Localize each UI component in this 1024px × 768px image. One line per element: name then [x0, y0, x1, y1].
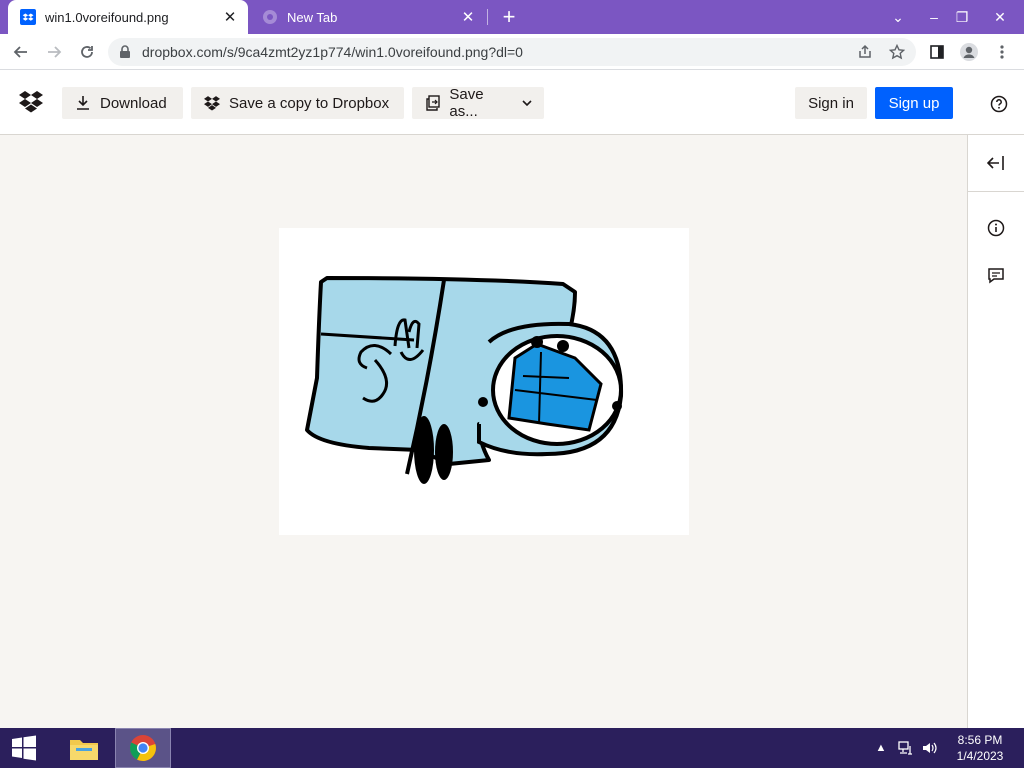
tab-title: New Tab: [287, 9, 338, 25]
tab-separator: [487, 9, 488, 25]
profile-avatar-icon[interactable]: [956, 39, 982, 65]
new-tab-plus-icon[interactable]: +: [497, 5, 521, 29]
info-icon[interactable]: [985, 217, 1007, 239]
download-button[interactable]: Download: [62, 87, 183, 119]
image-preview[interactable]: [279, 228, 689, 535]
reload-icon[interactable]: [74, 39, 100, 65]
clock-date: 1/4/2023: [956, 749, 1004, 763]
forward-arrow-icon[interactable]: [41, 39, 67, 65]
help-icon[interactable]: [988, 93, 1010, 115]
save-as-label: Save as...: [449, 86, 484, 120]
save-copy-label: Save a copy to Dropbox: [229, 94, 390, 112]
windows-start-icon[interactable]: [0, 728, 48, 768]
system-clock[interactable]: 8:56 PM 1/4/2023: [944, 732, 1016, 764]
volume-icon[interactable]: [920, 728, 940, 768]
windows-taskbar: ▲ 8:56 PM 1/4/2023: [0, 728, 1024, 768]
file-explorer-icon[interactable]: [56, 728, 112, 768]
address-bar[interactable]: dropbox.com/s/9ca4zmt2yz1p774/win1.0vore…: [108, 38, 916, 66]
side-panel: [967, 135, 1024, 728]
chevron-down-icon: [522, 100, 532, 106]
url-text[interactable]: dropbox.com/s/9ca4zmt2yz1p774/win1.0vore…: [142, 44, 852, 60]
tab-search-chevron-icon[interactable]: ⌄: [882, 0, 914, 34]
file-preview-area: [0, 135, 967, 728]
dropbox-favicon-icon: [20, 9, 36, 25]
preview-drawing: [305, 276, 624, 484]
kebab-menu-icon[interactable]: [989, 39, 1015, 65]
browser-tab-strip: win1.0voreifound.png ✕ New Tab ✕ + ⌄ – ❐…: [0, 0, 1024, 34]
close-tab-icon[interactable]: ✕: [220, 7, 240, 27]
close-tab-icon[interactable]: ✕: [458, 7, 478, 27]
tab-active[interactable]: win1.0voreifound.png ✕: [8, 0, 248, 34]
save-copy-to-dropbox-button[interactable]: Save a copy to Dropbox: [191, 87, 404, 119]
window-close-icon[interactable]: ✕: [984, 0, 1016, 34]
back-arrow-icon[interactable]: [8, 39, 34, 65]
lock-icon[interactable]: [118, 45, 132, 59]
copy-file-icon: [424, 94, 441, 112]
tab-new-tab[interactable]: New Tab ✕: [250, 0, 486, 34]
network-icon[interactable]: [896, 728, 916, 768]
dropbox-icon: [203, 94, 221, 112]
tray-expand-icon[interactable]: ▲: [874, 728, 888, 768]
sign-up-button[interactable]: Sign up: [875, 87, 953, 119]
save-as-dropdown-button[interactable]: Save as...: [412, 86, 544, 120]
browser-toolbar: dropbox.com/s/9ca4zmt2yz1p774/win1.0vore…: [0, 34, 1024, 70]
dropbox-header: Download Save a copy to Dropbox Save as.…: [0, 70, 1024, 135]
collapse-panel-icon[interactable]: [985, 152, 1007, 174]
chrome-taskbar-icon[interactable]: [115, 728, 171, 768]
dropbox-logo-icon[interactable]: [19, 91, 43, 113]
clock-time: 8:56 PM: [957, 733, 1003, 747]
share-icon[interactable]: [852, 39, 878, 65]
side-panel-icon[interactable]: [924, 39, 950, 65]
chrome-favicon-icon: [262, 9, 278, 25]
comment-icon[interactable]: [985, 265, 1007, 287]
download-icon: [74, 94, 92, 112]
download-label: Download: [100, 94, 167, 112]
sign-in-button[interactable]: Sign in: [795, 87, 867, 119]
restore-icon[interactable]: ❐: [946, 0, 978, 34]
tab-title: win1.0voreifound.png: [45, 9, 169, 25]
panel-divider: [968, 191, 1024, 192]
bookmark-star-icon[interactable]: [884, 39, 910, 65]
